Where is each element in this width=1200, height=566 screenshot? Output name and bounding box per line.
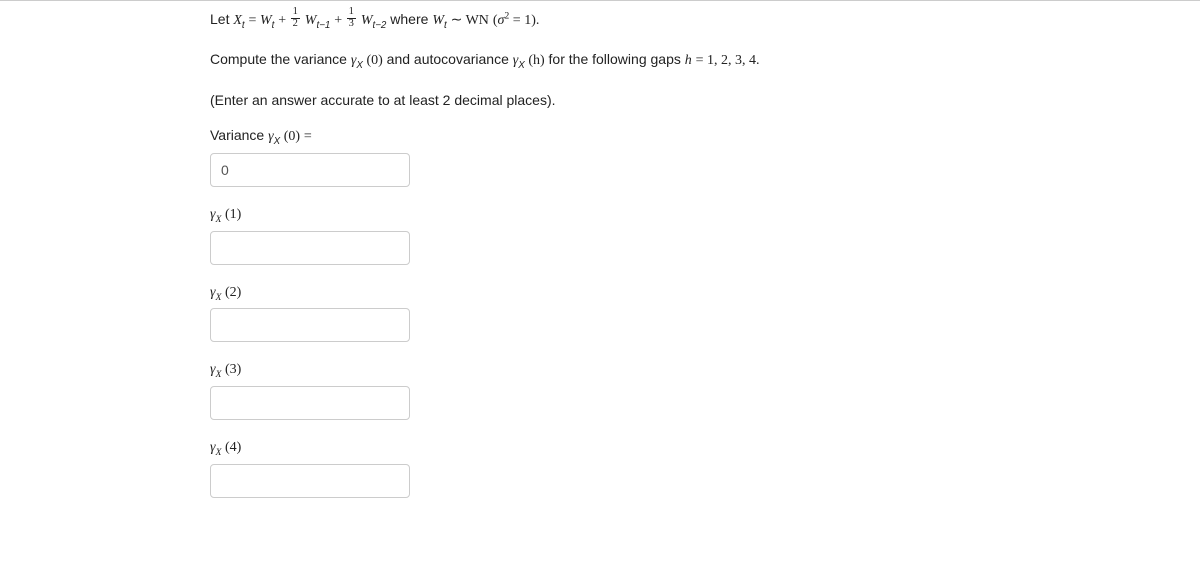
sym-W2: W bbox=[305, 13, 317, 28]
variance-input[interactable] bbox=[210, 153, 410, 187]
label-variance-suffix: = bbox=[304, 129, 312, 144]
sym-sim: ∼ bbox=[451, 13, 466, 28]
gamma-2-label: γX (2) bbox=[210, 285, 1160, 303]
text-compute: Compute the variance bbox=[210, 51, 351, 67]
gamma-4-input[interactable] bbox=[210, 464, 410, 498]
sub-t2: t bbox=[444, 20, 447, 31]
arg-4: (4) bbox=[225, 440, 241, 455]
instruction-line-1: Compute the variance γX (0) and autocova… bbox=[210, 49, 1160, 73]
arg-0-v: (0) bbox=[280, 129, 300, 144]
gamma-1-group: γX (1) bbox=[210, 207, 1160, 265]
sub-t1: t bbox=[272, 20, 275, 31]
sub-tm1: t−1 bbox=[316, 20, 330, 31]
gamma-4-group: γX (4) bbox=[210, 440, 1160, 498]
label-variance-prefix: Variance bbox=[210, 127, 268, 143]
arg-2: (2) bbox=[225, 285, 241, 300]
eq-one: = 1). bbox=[509, 13, 539, 28]
gamma-2-input[interactable] bbox=[210, 308, 410, 342]
sym-plus1: + bbox=[278, 13, 289, 28]
sym-plus2: + bbox=[334, 13, 345, 28]
sub-X-2b: X bbox=[216, 291, 222, 302]
arg-h: (h) bbox=[525, 53, 545, 68]
sym-W4: W bbox=[432, 13, 444, 28]
arg-0: (0) bbox=[363, 53, 383, 68]
precision-note: (Enter an answer accurate to at least 2 … bbox=[210, 90, 1160, 111]
sub-X-1: X bbox=[216, 214, 222, 225]
text-let: Let bbox=[210, 11, 233, 27]
sym-eq: = bbox=[249, 13, 260, 28]
sym-X: X bbox=[233, 13, 242, 28]
sym-W1: W bbox=[260, 13, 272, 28]
sub-t: t bbox=[242, 20, 245, 31]
arg-1: (1) bbox=[225, 207, 241, 222]
gamma-1-input[interactable] bbox=[210, 231, 410, 265]
gamma-2-group: γX (2) bbox=[210, 285, 1160, 343]
sym-h: h bbox=[685, 53, 692, 68]
gamma-3-input[interactable] bbox=[210, 386, 410, 420]
equation-line: Let Xt = Wt + 12 Wt−1 + 13 Wt−2 where Wt… bbox=[210, 9, 1160, 33]
gamma-4-label: γX (4) bbox=[210, 440, 1160, 458]
sym-W3: W bbox=[361, 13, 373, 28]
sym-WN: WN bbox=[466, 13, 489, 28]
gamma-1-label: γX (1) bbox=[210, 207, 1160, 225]
text-where: where bbox=[390, 11, 432, 27]
text-gaps: for the following gaps bbox=[549, 51, 685, 67]
sub-X-3: X bbox=[216, 369, 222, 380]
variance-group: Variance γX (0) = bbox=[210, 127, 1160, 187]
arg-3: (3) bbox=[225, 362, 241, 377]
frac-third: 13 bbox=[347, 7, 356, 29]
gamma-3-label: γX (3) bbox=[210, 362, 1160, 380]
question-body: Let Xt = Wt + 12 Wt−1 + 13 Wt−2 where Wt… bbox=[0, 9, 1200, 498]
variance-label: Variance γX (0) = bbox=[210, 127, 1160, 147]
sub-X-4: X bbox=[216, 447, 222, 458]
frac-half: 12 bbox=[291, 7, 300, 29]
text-and: and autocovariance bbox=[387, 51, 513, 67]
list-h: = 1, 2, 3, 4. bbox=[696, 53, 760, 68]
gamma-3-group: γX (3) bbox=[210, 362, 1160, 420]
sub-tm2: t−2 bbox=[372, 20, 386, 31]
